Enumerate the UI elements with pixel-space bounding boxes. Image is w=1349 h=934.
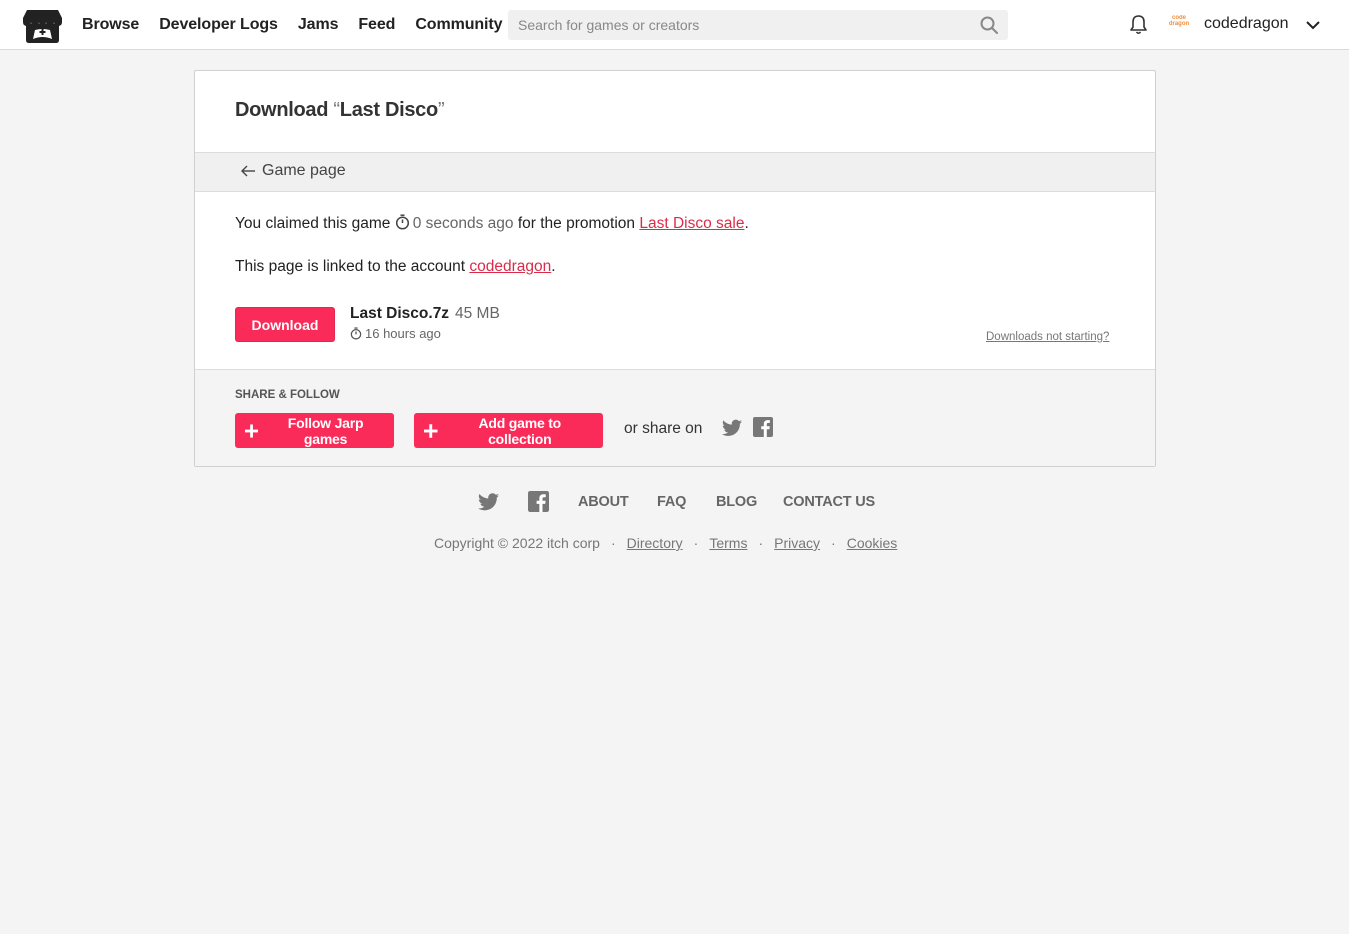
linked-text: This page is linked to the account <box>235 258 466 275</box>
copyright-row: Copyright © 2022 itch corp · Directory · Ter… <box>434 535 897 551</box>
top-header: Browse Developer Logs Jams Feed Communit… <box>0 0 1349 50</box>
page-title: Download “Last Disco” <box>235 99 445 122</box>
notification-bell-icon[interactable] <box>1129 14 1148 35</box>
claim-info: You claimed this game 0 seconds ago for … <box>235 214 749 233</box>
footer-privacy-link[interactable]: Privacy <box>774 535 820 551</box>
file-name: Last Disco.7z <box>350 305 450 322</box>
footer-directory-link[interactable]: Directory <box>627 535 683 551</box>
itch-logo-icon[interactable] <box>23 8 62 44</box>
account-period: . <box>551 258 556 275</box>
back-bar: Game page <box>195 152 1155 192</box>
separator: · <box>831 535 836 551</box>
plus-icon <box>424 423 438 438</box>
separator: · <box>758 535 764 551</box>
share-on-text: or share on <box>624 420 703 437</box>
account-info: This page is linked to the account coded… <box>235 258 556 276</box>
title-close-quote: ” <box>437 99 445 121</box>
account-link[interactable]: codedragon <box>469 258 551 275</box>
claim-time: 0 seconds ago <box>412 215 514 232</box>
avatar[interactable]: code dragon <box>1165 15 1193 35</box>
follow-button[interactable]: Follow Jarp games <box>235 413 394 448</box>
nav-browse[interactable]: Browse <box>82 16 139 34</box>
claim-text: You claimed this game <box>235 215 391 232</box>
download-button[interactable]: Download <box>235 307 335 342</box>
nav-jams[interactable]: Jams <box>298 16 339 34</box>
back-label: Game page <box>262 162 346 179</box>
download-panel: Download “Last Disco” Game page You clai… <box>194 70 1156 467</box>
share-heading: SHARE & FOLLOW <box>235 389 340 401</box>
arrow-left-icon <box>241 165 255 177</box>
file-time-text: 16 hours ago <box>365 326 441 341</box>
search-input[interactable] <box>508 10 1008 40</box>
promotion-link[interactable]: Last Disco sale <box>639 215 744 232</box>
share-follow-section: SHARE & FOLLOW Follow Jarp games Add gam… <box>195 369 1155 466</box>
title-game-name: Last Disco <box>339 99 438 121</box>
promotion-text: for the promotion <box>517 215 636 232</box>
nav-developer-logs[interactable]: Developer Logs <box>159 16 278 34</box>
claim-period: . <box>744 215 749 232</box>
twitter-icon[interactable] <box>722 419 742 437</box>
footer-contact-link[interactable]: CONTACT US <box>783 494 875 510</box>
collection-label: Add game to collection <box>478 414 562 447</box>
search-icon[interactable] <box>980 16 998 34</box>
facebook-icon[interactable] <box>753 417 773 437</box>
nav-feed[interactable]: Feed <box>358 16 395 34</box>
twitter-icon[interactable] <box>478 493 499 511</box>
downloads-not-starting-link[interactable]: Downloads not starting? <box>986 331 1109 343</box>
stopwatch-icon <box>395 214 409 230</box>
add-to-collection-button[interactable]: Add game to collection <box>414 413 603 448</box>
copyright-text: Copyright © 2022 itch corp <box>434 535 600 551</box>
footer-terms-link[interactable]: Terms <box>709 535 747 551</box>
chevron-down-icon[interactable] <box>1305 17 1321 33</box>
title-prefix: Download <box>235 99 334 121</box>
stopwatch-icon <box>350 327 362 340</box>
username[interactable]: codedragon <box>1204 15 1289 33</box>
nav-community[interactable]: Community <box>415 16 502 34</box>
separator: · <box>693 535 699 551</box>
plus-icon <box>245 423 259 438</box>
footer-about-link[interactable]: ABOUT <box>578 494 629 510</box>
footer-blog-link[interactable]: BLOG <box>716 494 757 510</box>
search-box <box>508 10 1008 40</box>
footer-faq-link[interactable]: FAQ <box>657 494 686 510</box>
separator: · <box>610 535 616 551</box>
footer-cookies-link[interactable]: Cookies <box>847 535 898 551</box>
follow-label: Follow Jarp games <box>287 414 364 447</box>
file-upload-time: 16 hours ago <box>350 326 441 341</box>
facebook-icon[interactable] <box>528 491 549 512</box>
footer-links: ABOUT FAQ BLOG CONTACT US <box>0 491 1349 515</box>
main-nav: Browse Developer Logs Jams Feed Communit… <box>82 0 522 50</box>
back-to-game-link[interactable]: Game page <box>240 162 346 180</box>
file-size: 45 MB <box>455 305 500 322</box>
